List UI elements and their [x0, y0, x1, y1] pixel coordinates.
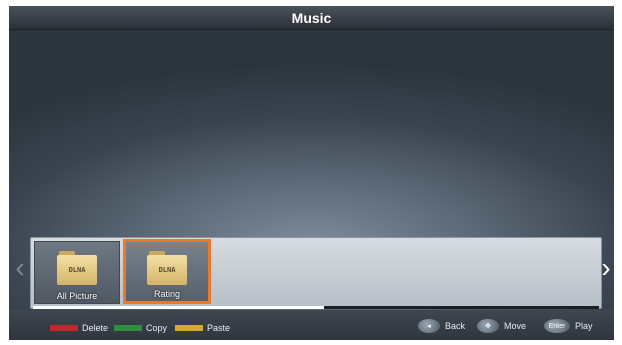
- enter-button-icon: Enter: [544, 319, 570, 333]
- horizontal-scrollbar[interactable]: [33, 306, 599, 309]
- legend-label: Delete: [82, 323, 109, 333]
- scroll-left-arrow-icon[interactable]: ‹: [13, 254, 27, 282]
- folder-label: Rating: [153, 289, 180, 299]
- page-title: Music: [291, 9, 332, 26]
- dpad-icon: ✥: [477, 319, 499, 333]
- music-screen: Music ‹ DLNA All Picture DLNA Rating ›: [9, 6, 614, 340]
- legend-delete: Delete: [50, 323, 108, 333]
- hint-move: ✥ Move: [477, 319, 526, 333]
- hint-label: Back: [445, 321, 466, 331]
- back-button-icon: ◂: [418, 319, 440, 333]
- folder-tile-all-picture[interactable]: DLNA All Picture: [34, 241, 120, 304]
- hint-label: Move: [504, 321, 527, 331]
- red-key-swatch: [50, 325, 78, 331]
- hint-label: Play: [575, 321, 593, 331]
- legend-label: Paste: [207, 323, 231, 333]
- hint-back: ◂ Back: [418, 319, 465, 333]
- folder-strip: DLNA All Picture DLNA Rating: [30, 237, 602, 309]
- folder-icon: DLNA: [147, 251, 187, 285]
- title-bar: Music: [9, 6, 614, 30]
- folder-label: All Picture: [56, 291, 98, 301]
- folder-icon: DLNA: [57, 251, 97, 285]
- scrollbar-thumb[interactable]: [33, 306, 324, 309]
- folder-badge: DLNA: [147, 255, 187, 285]
- scroll-right-arrow-icon[interactable]: ›: [599, 254, 613, 282]
- folder-badge: DLNA: [57, 255, 97, 285]
- hint-play: Enter Play: [544, 319, 593, 333]
- legend-copy: Copy: [114, 323, 167, 333]
- folder-tile-rating[interactable]: DLNA Rating: [123, 239, 211, 304]
- yellow-key-swatch: [175, 325, 203, 331]
- legend-label: Copy: [146, 323, 168, 333]
- legend-paste: Paste: [175, 323, 230, 333]
- green-key-swatch: [114, 325, 142, 331]
